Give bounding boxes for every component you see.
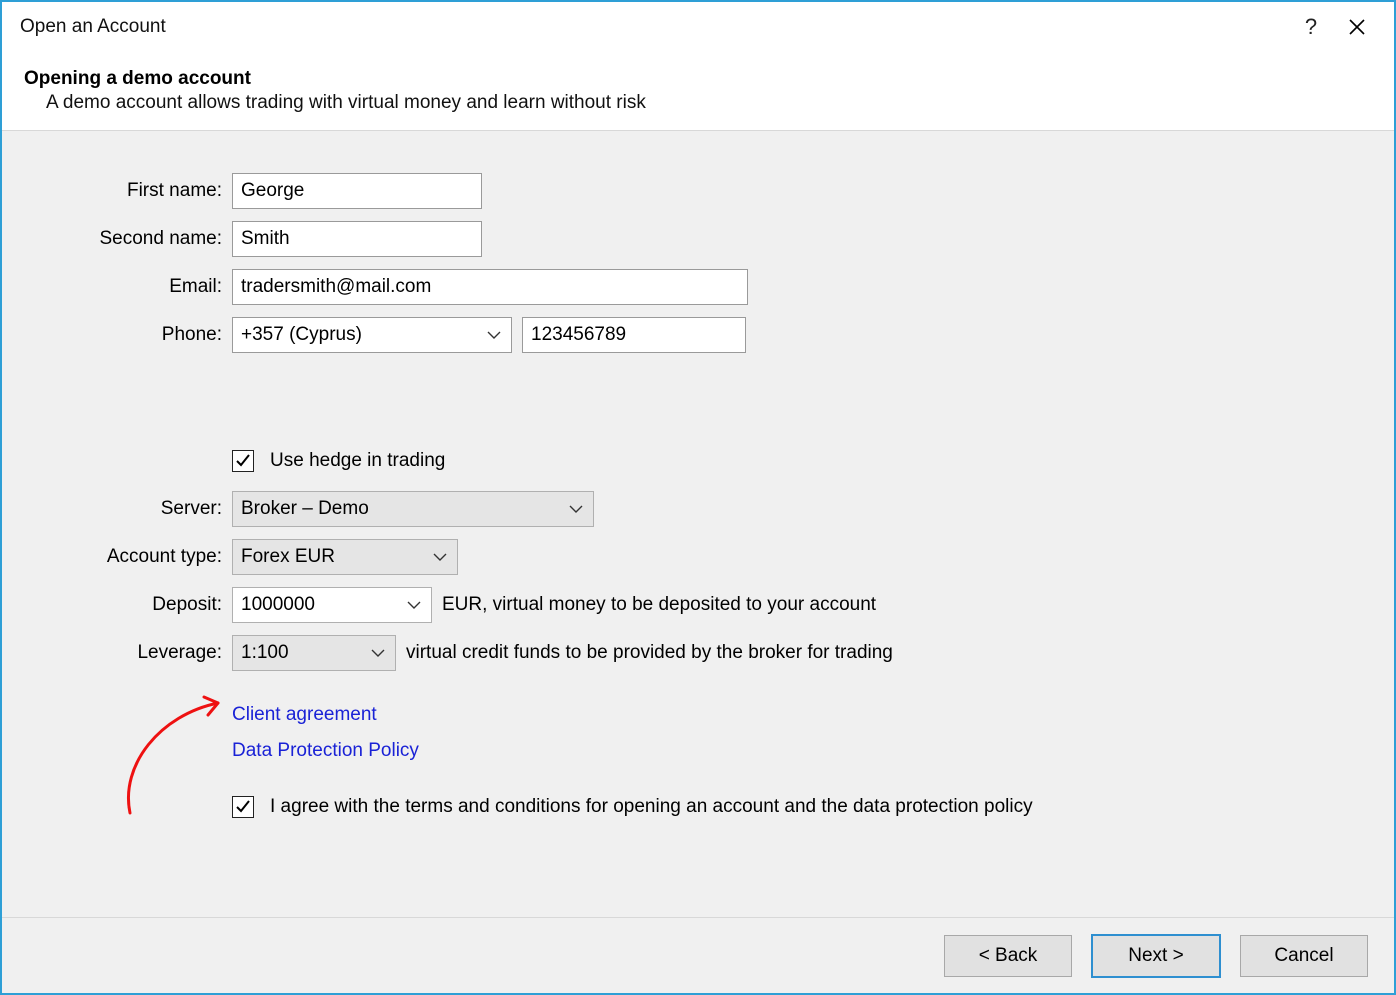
deposit-hint: EUR, virtual money to be deposited to yo… [442, 594, 876, 616]
next-button[interactable]: Next > [1092, 935, 1220, 977]
account-type-select[interactable]: Forex EUR [232, 539, 458, 575]
wizard-title: Opening a demo account [24, 68, 1374, 90]
cancel-button[interactable]: Cancel [1240, 935, 1368, 977]
leverage-value: 1:100 [241, 642, 369, 664]
first-name-field[interactable] [232, 173, 482, 209]
label-account-type: Account type: [2, 546, 232, 568]
email-field[interactable] [232, 269, 748, 305]
deposit-combo[interactable]: 1000000 [232, 587, 432, 623]
label-deposit: Deposit: [2, 594, 232, 616]
leverage-hint: virtual credit funds to be provided by t… [406, 642, 893, 664]
server-select[interactable]: Broker – Demo [232, 491, 594, 527]
wizard-header: Opening a demo account A demo account al… [2, 52, 1394, 131]
close-icon[interactable] [1334, 5, 1380, 49]
data-protection-link[interactable]: Data Protection Policy [232, 740, 419, 762]
label-second-name: Second name: [2, 228, 232, 250]
account-type-value: Forex EUR [241, 546, 431, 568]
phone-number-field[interactable] [522, 317, 746, 353]
window-title: Open an Account [20, 16, 1288, 38]
hedge-label[interactable]: Use hedge in trading [270, 450, 445, 472]
help-icon[interactable]: ? [1288, 5, 1334, 49]
chevron-down-icon [405, 600, 423, 610]
leverage-select[interactable]: 1:100 [232, 635, 396, 671]
chevron-down-icon [369, 648, 387, 658]
wizard-footer: < Back Next > Cancel [2, 917, 1394, 993]
label-phone: Phone: [2, 324, 232, 346]
label-first-name: First name: [2, 180, 232, 202]
agree-checkbox[interactable] [232, 796, 254, 818]
wizard-body: First name: Second name: Email: Phone: [2, 131, 1394, 917]
phone-country-value: +357 (Cyprus) [241, 324, 485, 346]
phone-country-select[interactable]: +357 (Cyprus) [232, 317, 512, 353]
chevron-down-icon [431, 552, 449, 562]
label-leverage: Leverage: [2, 642, 232, 664]
server-value: Broker – Demo [241, 498, 567, 520]
wizard-subtitle: A demo account allows trading with virtu… [24, 92, 1374, 114]
chevron-down-icon [485, 330, 503, 340]
second-name-field[interactable] [232, 221, 482, 257]
agree-label[interactable]: I agree with the terms and conditions fo… [270, 796, 1033, 818]
open-account-dialog: Open an Account ? Opening a demo account… [0, 0, 1396, 995]
deposit-value: 1000000 [241, 594, 405, 616]
label-email: Email: [2, 276, 232, 298]
label-server: Server: [2, 498, 232, 520]
titlebar: Open an Account ? [2, 2, 1394, 52]
client-agreement-link[interactable]: Client agreement [232, 704, 377, 726]
back-button[interactable]: < Back [944, 935, 1072, 977]
account-form: First name: Second name: Email: Phone: [2, 167, 1394, 831]
hedge-checkbox[interactable] [232, 450, 254, 472]
chevron-down-icon [567, 504, 585, 514]
